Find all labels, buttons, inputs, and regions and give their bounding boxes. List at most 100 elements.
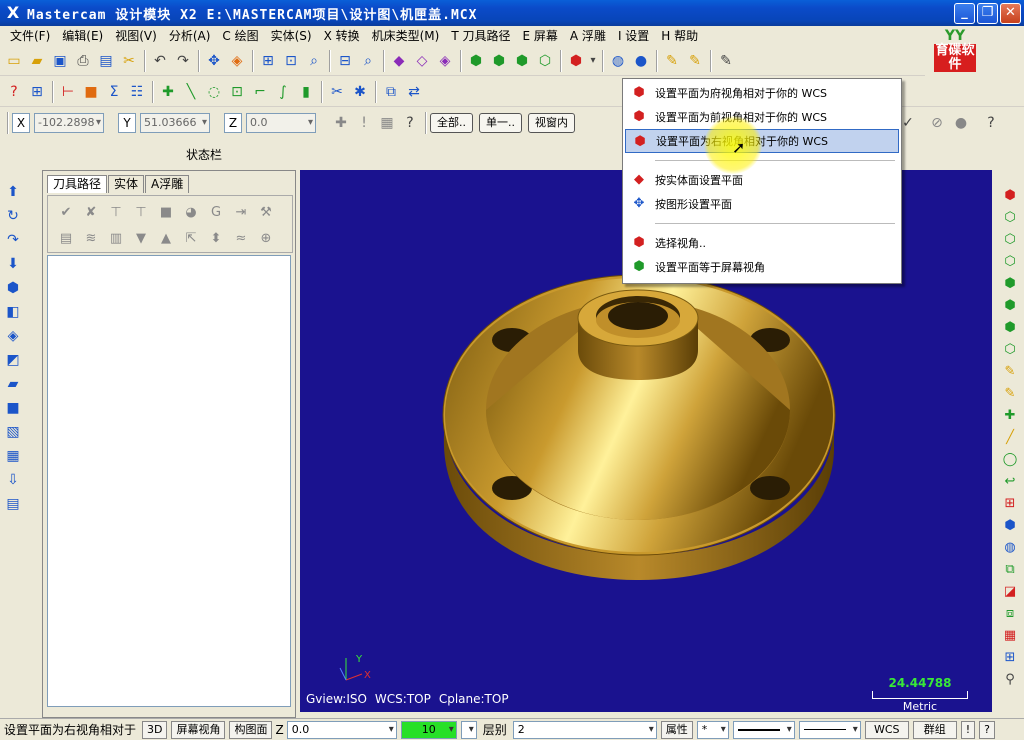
cut-icon[interactable]: ✂ xyxy=(118,50,140,72)
help-icon-2[interactable]: ? xyxy=(980,112,1002,134)
offset-right-icon[interactable]: ⧈ xyxy=(1000,603,1020,623)
line-width-select[interactable] xyxy=(798,720,861,739)
chevron-down-icon[interactable]: ▾ xyxy=(588,50,598,72)
boolean-icon[interactable]: ■ xyxy=(2,397,24,419)
last-point-icon[interactable]: ! xyxy=(353,112,375,134)
toggle-post-icon[interactable]: ▥ xyxy=(106,228,126,248)
shell-icon[interactable]: ◩ xyxy=(2,349,24,371)
color-icon[interactable]: ■ xyxy=(80,81,102,103)
select-dirty-ops-icon[interactable]: ✘ xyxy=(81,202,101,222)
menu-item-plane-equals-screen[interactable]: ⬢ 设置平面等于屏幕视角 xyxy=(625,255,899,279)
tab-solids[interactable]: 实体 xyxy=(108,175,145,193)
pencil-icon[interactable]: ✎ xyxy=(661,50,683,72)
spline-icon[interactable]: ∫ xyxy=(272,81,294,103)
sum-icon[interactable]: Σ xyxy=(103,81,125,103)
select-all-button[interactable]: 全部.. xyxy=(430,113,473,133)
rect-icon[interactable]: ⌐ xyxy=(249,81,271,103)
analyze-right-icon[interactable]: ⚲ xyxy=(1000,669,1020,689)
sweep-icon[interactable]: ↷ xyxy=(2,229,24,251)
maximize-button[interactable]: ❐ xyxy=(977,3,998,24)
menu-screen[interactable]: E 屏幕 xyxy=(517,26,564,46)
color-field[interactable]: 10 xyxy=(400,720,457,739)
rotate-right-icon[interactable]: ⊞ xyxy=(1000,647,1020,667)
thicken-icon[interactable]: ▧ xyxy=(2,421,24,443)
point-style-select[interactable]: * xyxy=(696,720,729,739)
delete-ops-icon[interactable]: ⚒ xyxy=(256,202,276,222)
fillet-icon[interactable]: ⊡ xyxy=(226,81,248,103)
grid-icon[interactable]: ⊞ xyxy=(26,81,48,103)
level-input[interactable]: 2 xyxy=(512,720,657,739)
menu-create[interactable]: C 绘图 xyxy=(216,26,264,46)
line-style-select[interactable] xyxy=(732,720,795,739)
menu-item-plane-front-wcs[interactable]: ⬢设置平面为前视角相对于你的 WCS xyxy=(625,105,899,129)
hidden-line-icon[interactable]: ◈ xyxy=(434,50,456,72)
move-down-icon[interactable]: ▼ xyxy=(131,228,151,248)
remove-face-icon[interactable]: ▦ xyxy=(2,445,24,467)
menu-file[interactable]: 文件(F) xyxy=(4,26,56,46)
help-icon[interactable]: ? xyxy=(399,112,421,134)
filter-icon[interactable]: ≈ xyxy=(231,228,251,248)
menu-solids[interactable]: 实体(S) xyxy=(265,26,318,46)
help-button[interactable]: ? xyxy=(979,720,995,739)
menu-machine-type[interactable]: 机床类型(M) xyxy=(366,26,446,46)
bang-button[interactable]: ! xyxy=(960,720,976,739)
view-bottom-cube-icon[interactable]: ⬢ xyxy=(1000,273,1020,293)
tab-toolpaths[interactable]: 刀具路径 xyxy=(47,175,108,193)
close-button[interactable]: ✕ xyxy=(1000,3,1021,24)
z-label[interactable]: Z xyxy=(224,113,242,133)
print-preview-icon[interactable]: ▤ xyxy=(95,50,117,72)
menu-art[interactable]: A 浮雕 xyxy=(564,26,612,46)
redo-icon[interactable]: ↷ xyxy=(172,50,194,72)
view-top-cube-icon[interactable]: ⬡ xyxy=(1000,207,1020,227)
autocursor-icon[interactable]: ▦ xyxy=(376,112,398,134)
menu-analyze[interactable]: 分析(A) xyxy=(163,26,217,46)
pencil-icon-right[interactable]: ✎ xyxy=(1000,361,1020,381)
primitive-icon[interactable]: ⬢ xyxy=(2,277,24,299)
record-icon[interactable]: ● xyxy=(950,112,972,134)
menu-item-plane-top-wcs[interactable]: ⬢ 设置平面为府视角相对于你的 WCS xyxy=(625,81,899,105)
z-coordinate-input[interactable]: 0.0 xyxy=(246,113,316,133)
view-iso-cube-icon[interactable]: ⬡ xyxy=(1000,339,1020,359)
mirror-icon[interactable]: ⇄ xyxy=(403,81,425,103)
print-icon[interactable]: ⎙ xyxy=(72,50,94,72)
list-icon[interactable]: ☷ xyxy=(126,81,148,103)
select-all-ops-icon[interactable]: ✔ xyxy=(56,202,76,222)
analyze-icon[interactable]: ? xyxy=(3,81,25,103)
menu-settings[interactable]: I 设置 xyxy=(612,26,655,46)
insert-arrow-icon[interactable]: ⇱ xyxy=(181,228,201,248)
screen-view-button[interactable]: 屏幕视角 xyxy=(171,720,226,739)
menu-toolpaths[interactable]: T 刀具路径 xyxy=(445,26,516,46)
draft-icon[interactable]: ▰ xyxy=(2,373,24,395)
window-select-button[interactable]: 视窗内 xyxy=(528,113,575,133)
view-iso-icon[interactable]: ⬡ xyxy=(534,50,556,72)
regenerate-dirty-icon[interactable]: ⊤ xyxy=(131,202,151,222)
view-right-icon[interactable]: ⬢ xyxy=(511,50,533,72)
wcs-button[interactable]: WCS xyxy=(864,720,909,739)
scale-right-icon[interactable]: ▦ xyxy=(1000,625,1020,645)
view-top-icon[interactable]: ⬢ xyxy=(465,50,487,72)
y-coordinate-input[interactable]: 51.03666 xyxy=(140,113,210,133)
highfeed-icon[interactable]: ⇥ xyxy=(231,202,251,222)
zoom-target-icon[interactable]: ⌕ xyxy=(303,50,325,72)
z-depth-input[interactable]: 0.0 xyxy=(286,720,397,739)
sphere-icon[interactable]: ● xyxy=(630,50,652,72)
menu-item-plane-by-geometry[interactable]: ✥ 按图形设置平面 xyxy=(625,192,899,216)
solid-create-icon[interactable]: ⬢ xyxy=(1000,515,1020,535)
minimize-button[interactable]: _ xyxy=(954,3,975,24)
view-back-cube-icon[interactable]: ⬡ xyxy=(1000,251,1020,271)
view-front-icon[interactable]: ⬢ xyxy=(488,50,510,72)
fit-icon[interactable]: ⊞ xyxy=(257,50,279,72)
mode-3d-button[interactable]: 3D xyxy=(142,720,168,739)
only-display-icon[interactable]: ⊕ xyxy=(256,228,276,248)
extrude-icon[interactable]: ⬆ xyxy=(2,181,24,203)
history-icon[interactable]: ▤ xyxy=(2,493,24,515)
arc-icon[interactable]: ◌ xyxy=(203,81,225,103)
new-file-icon[interactable]: ▭ xyxy=(3,50,25,72)
solid-icon[interactable]: ▮ xyxy=(295,81,317,103)
circle-create-icon[interactable]: ◯ xyxy=(1000,449,1020,469)
zoom-icon[interactable]: ⌕ xyxy=(357,50,379,72)
menu-xform[interactable]: X 转换 xyxy=(318,26,366,46)
dimension-icon[interactable]: ⊢ xyxy=(57,81,79,103)
view-left-cube-icon[interactable]: ⬢ xyxy=(1000,317,1020,337)
wrench-icon[interactable]: ✎ xyxy=(715,50,737,72)
